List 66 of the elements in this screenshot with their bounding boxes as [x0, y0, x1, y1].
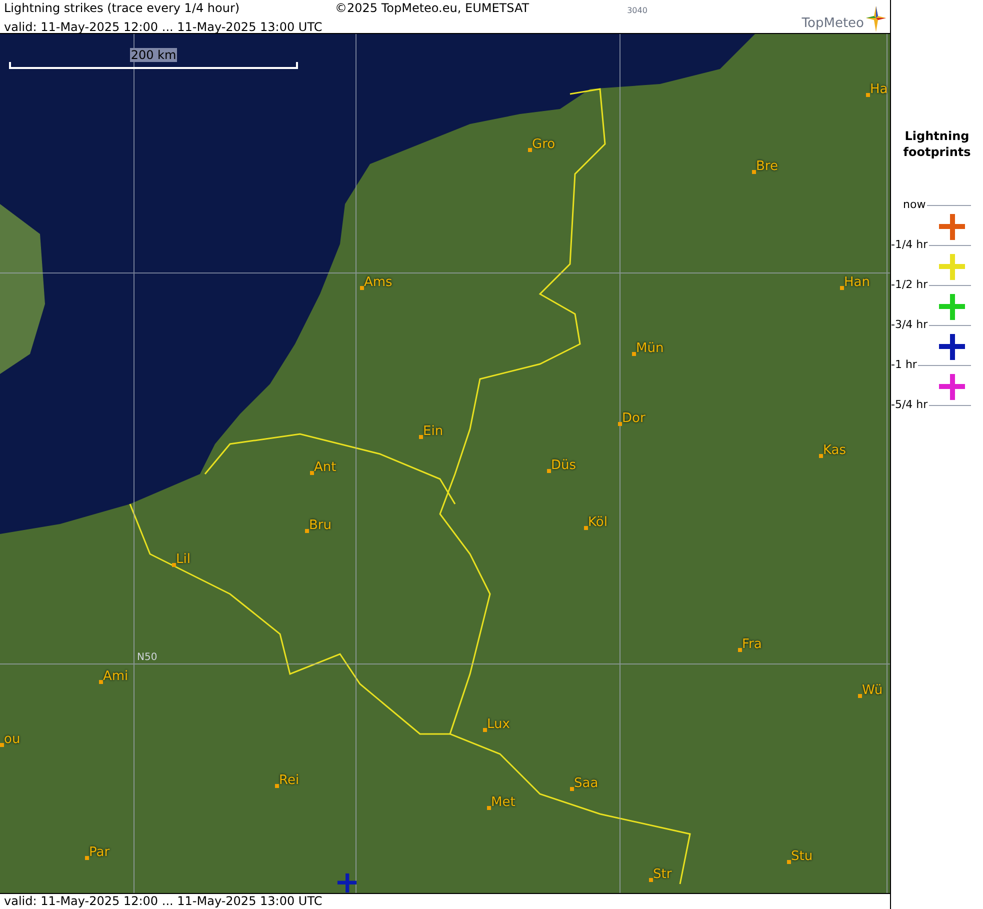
- valid-time-text: valid: 11-May-2025 12:00 ... 11-May-2025 13:00 UTC: [4, 19, 324, 35]
- city-label: Saa: [574, 776, 598, 792]
- city-label: Köl: [588, 515, 608, 531]
- city-marker-icon: [866, 93, 870, 97]
- city-marker-icon: [840, 286, 844, 290]
- compass-star-icon: [866, 6, 886, 32]
- city-label: Wü: [862, 683, 883, 699]
- legend-title: Lightning footprints: [902, 128, 972, 160]
- city-label: Met: [491, 795, 516, 811]
- city-label: Lux: [487, 717, 510, 733]
- legend-time-label: -1/4 hr: [891, 238, 928, 252]
- city-marker-icon: [0, 743, 4, 747]
- city-marker-icon: [570, 787, 574, 791]
- legend-time-label: -5/4 hr: [891, 398, 928, 412]
- valid-time-text: valid: 11-May-2025 12:00 ... 11-May-2025 13:00 UTC: [4, 894, 322, 908]
- city-marker-icon: [584, 526, 588, 530]
- city-marker-icon: [819, 454, 823, 458]
- legend-time-label: -1/2 hr: [891, 278, 928, 292]
- city-marker-icon: [85, 856, 89, 860]
- legend-time-label: -3/4 hr: [891, 318, 928, 332]
- city-marker-icon: [305, 529, 309, 533]
- city-label: Han: [844, 275, 870, 291]
- legend-time-label: -1 hr: [891, 358, 917, 372]
- city-label: Ams: [364, 275, 392, 291]
- city-marker-icon: [858, 694, 862, 698]
- copyright-text: ©2025 TopMeteo.eu, EUMETSAT: [335, 0, 530, 17]
- city-label: Düs: [551, 458, 576, 474]
- city-marker-icon: [547, 469, 551, 473]
- city-label: Par: [89, 845, 110, 861]
- city-marker-icon: [360, 286, 364, 290]
- city-marker-icon: [310, 471, 314, 475]
- city-label: Fra: [742, 637, 762, 653]
- city-marker-icon: [172, 563, 176, 567]
- city-marker-icon: [738, 648, 742, 652]
- grid-label: N50: [137, 651, 158, 665]
- city-label: Ami: [103, 669, 128, 685]
- city-label: Lil: [176, 552, 190, 568]
- city-marker-icon: [487, 806, 491, 810]
- city-label: Stu: [791, 849, 813, 865]
- city-marker-icon: [528, 148, 532, 152]
- city-marker-icon: [419, 435, 423, 439]
- city-label: Bru: [309, 518, 332, 534]
- city-label: Mün: [636, 341, 664, 357]
- logo-text: TopMeteo: [802, 16, 864, 32]
- city-label: Ha: [870, 82, 888, 98]
- city-label: Rei: [279, 773, 300, 789]
- city-marker-icon: [483, 728, 487, 732]
- city-label: Kas: [823, 443, 846, 459]
- city-marker-icon: [99, 680, 103, 684]
- legend-time-label: now: [903, 198, 926, 212]
- city-marker-icon: [649, 878, 653, 882]
- city-label: Str: [653, 867, 672, 883]
- city-label: Bre: [756, 159, 778, 175]
- city-marker-icon: [275, 784, 279, 788]
- city-label: Gro: [532, 137, 556, 153]
- city-marker-icon: [787, 860, 791, 864]
- city-marker-icon: [752, 170, 756, 174]
- city-marker-icon: [632, 352, 636, 356]
- city-marker-icon: [618, 422, 622, 426]
- scale-label: 200 km: [130, 48, 178, 62]
- city-label: Ant: [314, 460, 336, 476]
- code-text: 3040: [627, 5, 648, 17]
- city-label: Dor: [622, 411, 646, 427]
- chart-title: Lightning strikes (trace every 1/4 hour): [4, 0, 241, 17]
- city-label: Ein: [423, 424, 444, 440]
- city-label: ou: [4, 732, 20, 748]
